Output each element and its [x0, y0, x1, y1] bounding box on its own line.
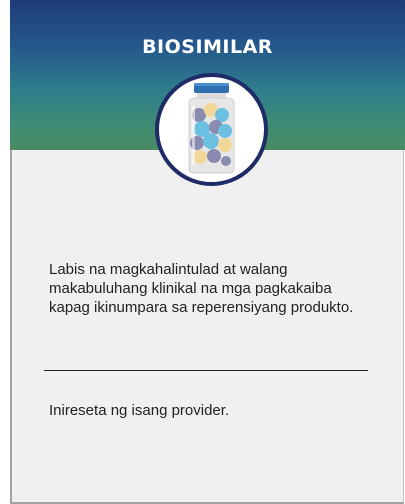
biosimilar-card: BIOSIMILAR Labis na magkahalintulad at w… [10, 0, 405, 504]
card-title: BIOSIMILAR [142, 36, 273, 58]
card-note: Inireseta ng isang provider. [49, 402, 230, 419]
card-description: Labis na magkahalintulad at walang makab… [49, 261, 354, 316]
pill-bottle-icon [188, 83, 235, 174]
divider [44, 370, 368, 371]
icon-badge [155, 73, 268, 186]
